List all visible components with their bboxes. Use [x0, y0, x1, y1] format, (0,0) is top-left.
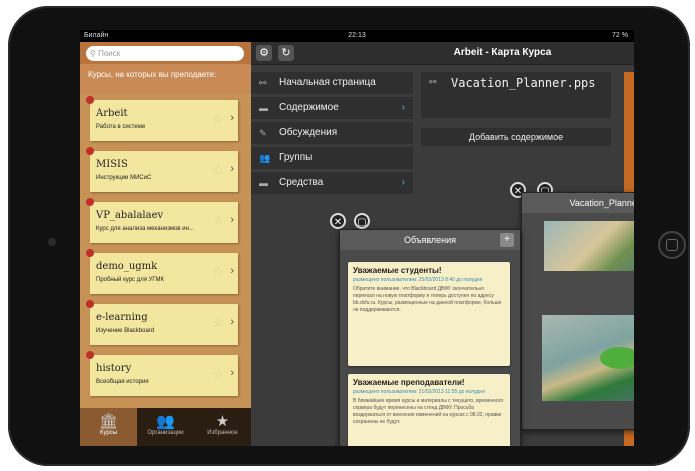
pin-icon	[86, 351, 94, 359]
star-icon: ★	[215, 413, 230, 430]
preview-slide-1	[544, 221, 634, 271]
people-icon: 👥	[156, 413, 175, 430]
add-content-button[interactable]: Добавить содержимое	[421, 128, 611, 146]
sidebar: ⚲ Поиск Курсы, на которых вы преподаете:…	[80, 42, 251, 446]
menu-item-tools[interactable]: ▬ Средства ›	[251, 172, 413, 194]
menu-item-groups[interactable]: 👥 Группы	[251, 147, 413, 169]
pin-icon	[86, 147, 94, 155]
add-icon[interactable]: +	[500, 233, 514, 247]
battery-label: 72 %	[612, 32, 628, 39]
folder-icon: ▬	[259, 103, 268, 113]
home-button[interactable]	[658, 231, 686, 259]
tab-bar: 🏛 Курсы 👥 Организации ★ Избранное	[80, 408, 251, 446]
tab-organizations[interactable]: 👥 Организации	[137, 408, 194, 446]
group-icon: 👥	[259, 153, 271, 163]
favorite-star-icon[interactable]: ☆	[212, 264, 224, 280]
search-icon: ⚲	[90, 49, 99, 58]
minimize-icon[interactable]: ▢	[354, 213, 370, 229]
tab-courses[interactable]: 🏛 Курсы	[80, 408, 137, 446]
favorite-star-icon[interactable]: ☆	[212, 213, 224, 229]
favorite-star-icon[interactable]: ☆	[212, 111, 224, 127]
main-panel: ⚙ ↻ Arbeit - Карта Курса ⚯ Начальная стра…	[251, 42, 634, 446]
preview-title: Vacation_Planner.pps	[522, 193, 634, 213]
page-title: Arbeit - Карта Курса	[453, 47, 552, 58]
nav-bar: ⚙ ↻ Arbeit - Карта Курса	[251, 42, 634, 65]
pin-icon	[86, 198, 94, 206]
preview-window: Vacation_Planner.pps	[521, 192, 634, 430]
favorite-star-icon[interactable]: ☆	[212, 315, 224, 331]
close-icon[interactable]: ✕	[330, 213, 346, 229]
menu-item-discussions[interactable]: ✎ Обсуждения	[251, 122, 413, 144]
content-panel: ⚯ Vacation_Planner.pps Добавить содержимо…	[421, 72, 611, 146]
search-input[interactable]: ⚲ Поиск	[86, 46, 244, 61]
building-icon: 🏛	[98, 413, 119, 430]
course-list: Arbeit Работа в системе ☆ › MISIS Инструкции…	[80, 94, 251, 412]
helipad	[600, 347, 634, 369]
pin-icon	[86, 300, 94, 308]
chevron-right-icon: ›	[230, 112, 234, 124]
preview-slide-2	[542, 315, 634, 401]
tools-icon: ▬	[259, 178, 268, 188]
pin-icon	[86, 96, 94, 104]
chevron-right-icon: ›	[230, 265, 234, 277]
screen: Билайн 22:13 72 % ⚲ Поиск Курсы, на кото…	[80, 30, 634, 446]
tab-favorites[interactable]: ★ Избранное	[194, 408, 251, 446]
pin-icon	[86, 249, 94, 257]
course-item-misis[interactable]: MISIS Инструкции МИСиС ☆ ›	[86, 147, 238, 192]
file-item[interactable]: ⚯ Vacation_Planner.pps	[421, 72, 611, 118]
status-bar: Билайн 22:13 72 %	[80, 30, 634, 42]
chevron-right-icon: ›	[230, 316, 234, 328]
chevron-right-icon: ›	[230, 163, 234, 175]
favorite-star-icon[interactable]: ☆	[212, 366, 224, 382]
course-item-arbeit[interactable]: Arbeit Работа в системе ☆ ›	[86, 96, 238, 141]
course-item-vp[interactable]: VP_abalalaev Курс для анализа механизмов …	[86, 198, 238, 243]
chevron-right-icon: ›	[401, 177, 405, 188]
announcement-card[interactable]: Уважаемые студенты! размещено пользовате…	[348, 262, 510, 366]
course-item-history[interactable]: history Всеобщая история ☆ ›	[86, 351, 238, 396]
discussion-icon: ✎	[259, 128, 267, 138]
course-item-elearning[interactable]: e-learning Изучение Blackboard ☆ ›	[86, 300, 238, 345]
chevron-right-icon: ›	[401, 102, 405, 113]
camera	[48, 238, 56, 246]
link-icon: ⚯	[429, 78, 437, 88]
chevron-right-icon: ›	[230, 214, 234, 226]
course-menu: ⚯ Начальная страница ▬ Содержимое › ✎ Обсужд…	[251, 72, 413, 197]
chevron-right-icon: ›	[230, 367, 234, 379]
favorite-star-icon[interactable]: ☆	[212, 162, 224, 178]
announcements-title: Объявления	[340, 230, 520, 250]
clock: 22:13	[348, 32, 366, 39]
announcement-card[interactable]: Уважаемые преподаватели! размещено польз…	[348, 374, 510, 446]
announcements-window: Объявления + Уважаемые студенты! размеще…	[339, 229, 521, 446]
course-item-demo[interactable]: demo_ugmk Пробный курс для УГМК ☆ ›	[86, 249, 238, 294]
link-icon: ⚯	[259, 78, 267, 88]
menu-item-home[interactable]: ⚯ Начальная страница	[251, 72, 413, 94]
menu-item-content[interactable]: ▬ Содержимое ›	[251, 97, 413, 119]
